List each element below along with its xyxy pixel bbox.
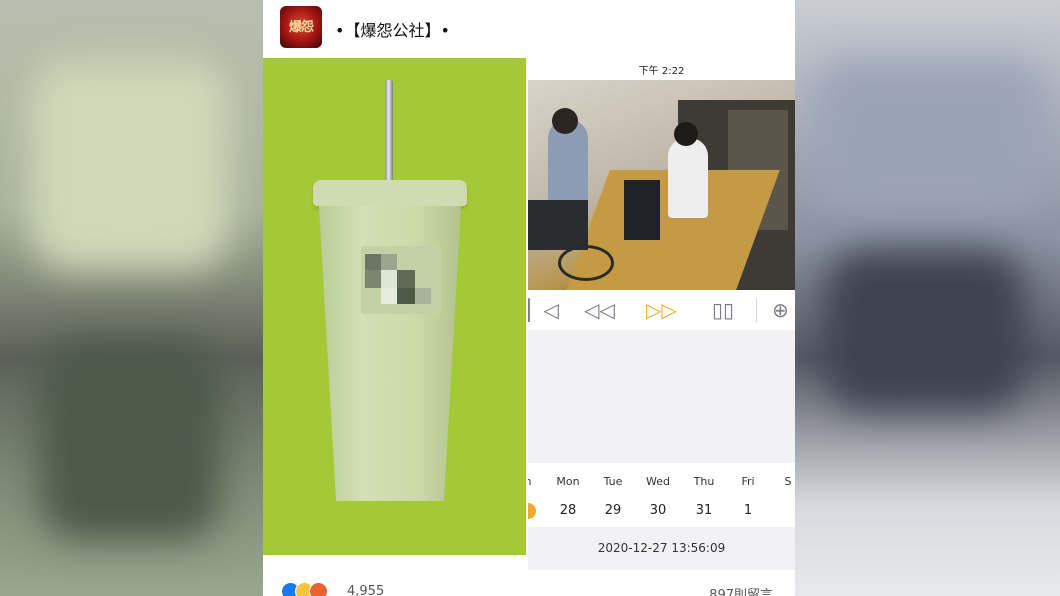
- fast-forward-icon[interactable]: ▷▷: [646, 298, 677, 322]
- playback-datetime: 2020-12-27 13:56:09: [597, 541, 726, 555]
- cctv-video-frame[interactable]: [528, 80, 795, 290]
- weekday-label: Tue: [603, 475, 623, 488]
- tumbler-photo[interactable]: [263, 58, 526, 555]
- weekday-label: Fri: [741, 475, 755, 488]
- weekday-label: Thu: [693, 475, 715, 488]
- calendar-date[interactable]: 28: [548, 503, 588, 518]
- calendar-date[interactable]: 1: [728, 503, 768, 518]
- page-name[interactable]: •【爆怨公社】•: [335, 17, 450, 41]
- weekday-label: n: [528, 475, 548, 488]
- weekday-label: S: [784, 475, 792, 488]
- status-bar: 下午 2:22: [528, 58, 795, 80]
- calendar-date[interactable]: 31: [684, 503, 724, 518]
- reaction-count[interactable]: 4,955: [347, 584, 384, 596]
- social-post: 爆怨 •【爆怨公社】• 下午 2:22 ▏◁ ◁◁ ▷▷ ▯▯ ⊕ Mon Tu…: [263, 0, 795, 596]
- calendar-date[interactable]: 29: [593, 503, 633, 518]
- weekday-label: Wed: [646, 475, 670, 488]
- angry-reaction-icon[interactable]: [309, 582, 328, 596]
- comment-count[interactable]: 897則留言: [709, 584, 773, 596]
- skip-back-icon[interactable]: ▏◁: [528, 298, 559, 322]
- calendar-date[interactable]: 30: [638, 503, 678, 518]
- metal-straw: [385, 80, 393, 184]
- blurred-background-left: [0, 0, 263, 596]
- post-footer: 4,955 897則留言: [263, 570, 795, 596]
- post-header: 爆怨 •【爆怨公社】•: [263, 0, 795, 58]
- pause-icon[interactable]: ▯▯: [712, 298, 734, 322]
- calendar-strip: n Mon Tue Wed Thu Fri S 28 29 30 31 1: [528, 463, 795, 527]
- pixelated-logo: [361, 246, 441, 314]
- selected-date-marker[interactable]: [528, 503, 536, 519]
- controls-divider: [756, 298, 757, 322]
- cctv-app-screenshot[interactable]: 下午 2:22 ▏◁ ◁◁ ▷▷ ▯▯ ⊕ n Mon Tue: [528, 58, 795, 570]
- blurred-background-right: [795, 0, 1060, 596]
- weekday-label: Mon: [556, 475, 580, 488]
- avatar-logo-text: 爆怨: [288, 20, 314, 35]
- cup-lid: [313, 180, 467, 206]
- page-avatar[interactable]: 爆怨: [280, 6, 322, 48]
- playback-controls: ▏◁ ◁◁ ▷▷ ▯▯ ⊕: [528, 290, 795, 330]
- snapshot-icon[interactable]: ⊕: [772, 298, 789, 322]
- status-time: 下午 2:22: [638, 66, 685, 77]
- rewind-icon[interactable]: ◁◁: [584, 298, 615, 322]
